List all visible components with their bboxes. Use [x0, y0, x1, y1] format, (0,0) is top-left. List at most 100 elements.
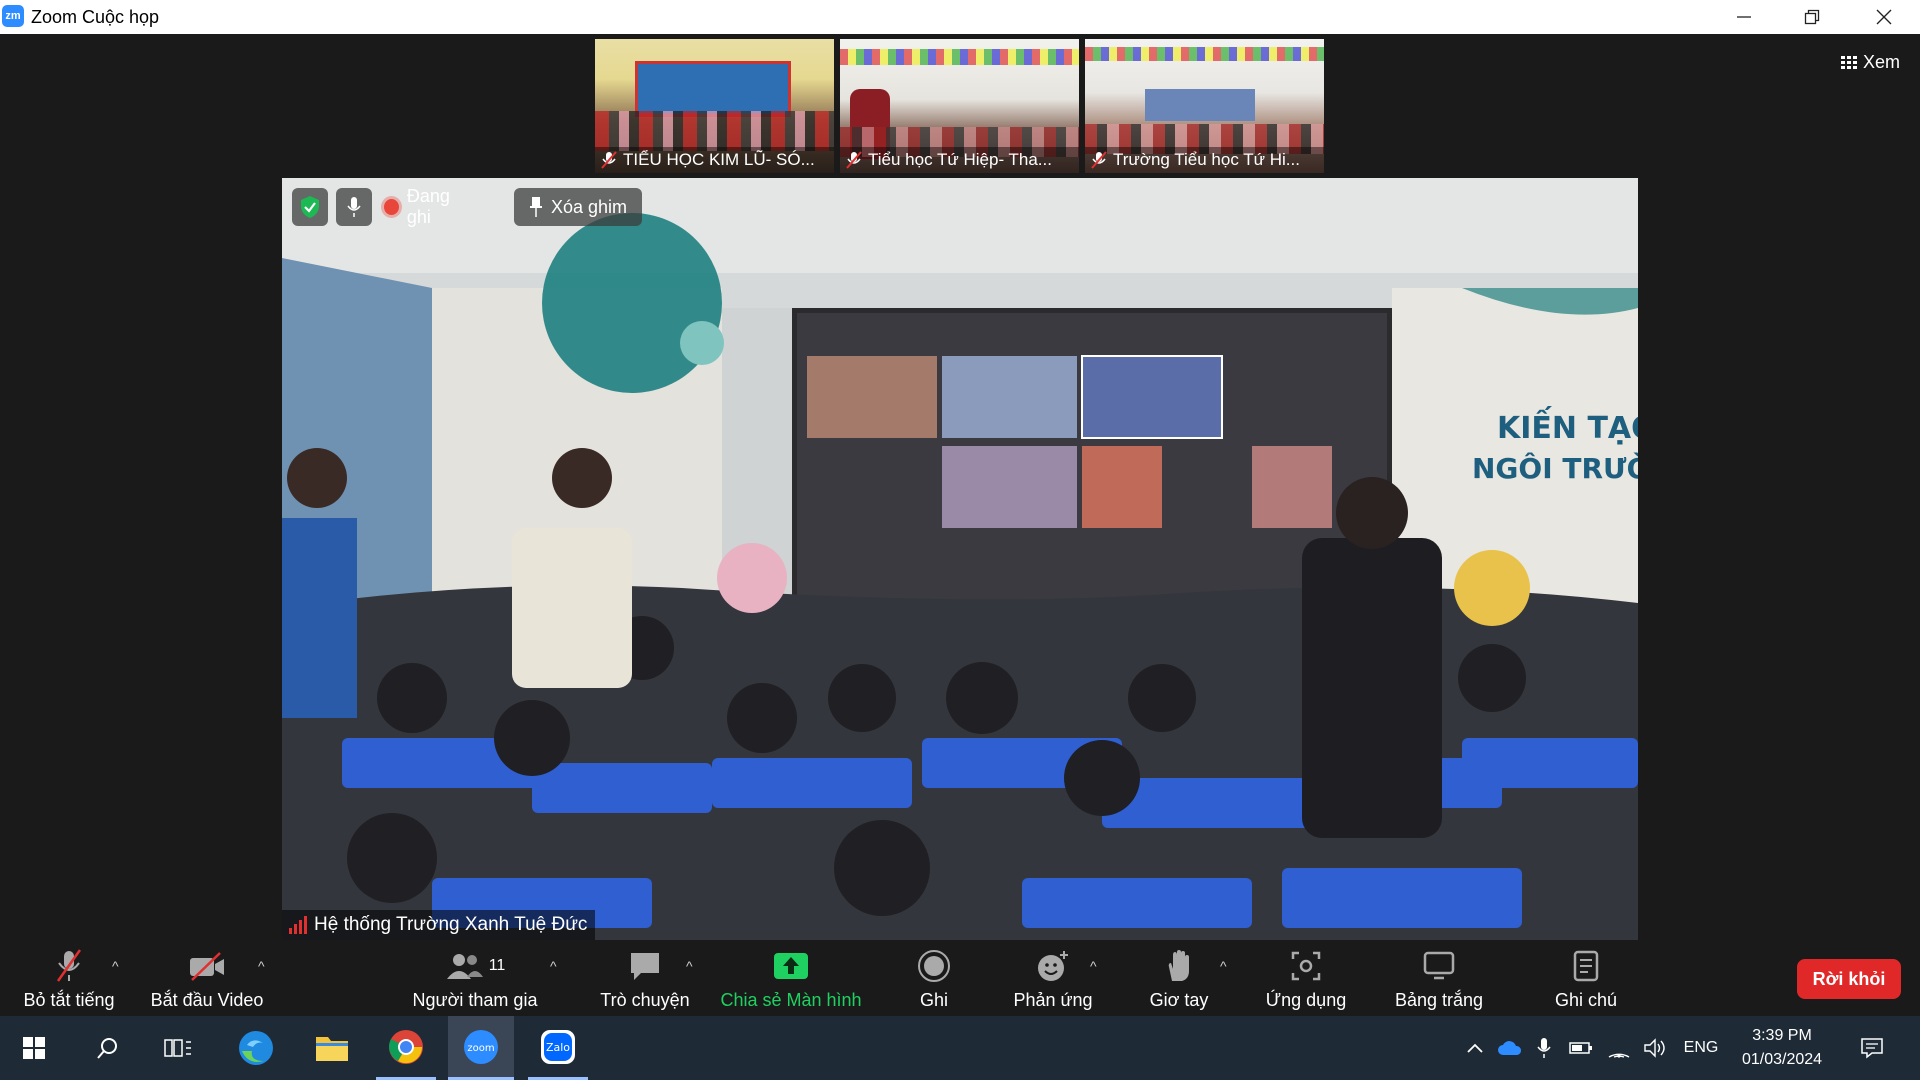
svg-text:NGÔI TRƯỜNG: NGÔI TRƯỜNG	[1472, 451, 1638, 485]
chat-options-caret-icon[interactable]: ^	[686, 958, 693, 974]
muted-mic-icon	[846, 151, 862, 169]
recording-label: Đang ghi	[406, 186, 450, 227]
zoom-taskbar-button[interactable]: zoom	[448, 1016, 514, 1080]
view-button[interactable]: Xem	[1840, 52, 1900, 73]
recording-indicator[interactable]: Đang ghi	[384, 186, 474, 227]
whiteboard-button[interactable]: Bảng trắng	[1386, 940, 1492, 1016]
notes-button[interactable]: Ghi chú	[1546, 940, 1626, 1016]
windows-taskbar: zoom Zalo ENG 3:39 PM 01/03/2024	[0, 1016, 1920, 1080]
chat-button[interactable]: Trò chuyện	[590, 940, 700, 1016]
apps-icon	[1291, 951, 1321, 981]
recording-dot-icon	[384, 199, 399, 215]
minimize-button[interactable]	[1710, 0, 1778, 34]
search-button[interactable]	[78, 1016, 138, 1080]
record-label: Ghi	[919, 990, 948, 1010]
zalo-button[interactable]: Zalo	[528, 1016, 588, 1080]
clock-button[interactable]: 3:39 PM 01/03/2024	[1734, 1016, 1830, 1080]
share-screen-button[interactable]: Chia sẻ Màn hình	[718, 940, 864, 1016]
leave-button[interactable]: Rời khỏi	[1797, 959, 1901, 999]
restore-button[interactable]	[1778, 0, 1846, 34]
reaction-smiley-icon	[1038, 951, 1068, 981]
show-hidden-icons-button[interactable]	[1460, 1016, 1490, 1080]
share-screen-label: Chia sẻ Màn hình	[720, 990, 862, 1010]
participant-thumbnail[interactable]: Tiểu học Tứ Hiệp- Tha...	[840, 39, 1079, 173]
apps-button[interactable]: Ứng dụng	[1256, 940, 1356, 1016]
speaker-icon	[1644, 1038, 1665, 1058]
record-button[interactable]: Ghi	[900, 940, 968, 1016]
participants-button[interactable]: 11 Người tham gia	[410, 940, 540, 1016]
chevron-up-icon	[1467, 1043, 1483, 1053]
raise-hand-options-caret-icon[interactable]: ^	[1220, 958, 1227, 974]
reactions-options-caret-icon[interactable]: ^	[1090, 958, 1097, 974]
battery-icon	[1569, 1042, 1592, 1054]
participant-name: Tiểu học Tứ Hiệp- Tha...	[868, 150, 1052, 169]
unmute-label: Bỏ tắt tiếng	[23, 990, 115, 1010]
participant-thumbnail[interactable]: TIỂU HỌC KIM LŨ- SÓ...	[595, 39, 834, 173]
participants-count: 11	[488, 957, 506, 974]
signal-strength-icon	[289, 916, 307, 934]
notification-icon	[1861, 1038, 1883, 1059]
onedrive-button[interactable]	[1494, 1016, 1526, 1080]
reactions-button[interactable]: Phản ứng	[1006, 940, 1100, 1016]
network-button[interactable]	[1604, 1016, 1634, 1080]
volume-button[interactable]	[1640, 1016, 1670, 1080]
minimize-icon	[1737, 16, 1751, 18]
notes-icon	[1573, 950, 1599, 982]
unpin-button[interactable]: Xóa ghim	[514, 188, 642, 226]
edge-icon	[239, 1031, 273, 1065]
zalo-app-icon: Zalo	[541, 1029, 575, 1064]
encryption-badge[interactable]	[292, 188, 328, 226]
close-button[interactable]	[1850, 0, 1918, 34]
folder-icon	[316, 1037, 348, 1061]
svg-text:KIẾN TẠO: KIẾN TẠO	[1497, 406, 1638, 446]
whiteboard-label: Bảng trắng	[1394, 990, 1484, 1010]
participants-options-caret-icon[interactable]: ^	[550, 958, 557, 974]
unmute-button[interactable]: Bỏ tắt tiếng	[14, 940, 124, 1016]
main-video[interactable]: KIẾN TẠO NGÔI TRƯỜNG	[282, 178, 1638, 940]
video-off-icon	[190, 952, 224, 981]
microphone-tray-button[interactable]	[1530, 1016, 1558, 1080]
svg-text:zoom: zoom	[467, 1043, 494, 1054]
battery-button[interactable]	[1566, 1016, 1596, 1080]
speaker-name-label: Hệ thống Trường Xanh Tuệ Đức	[282, 910, 596, 940]
microphone-tray-icon	[1537, 1038, 1551, 1058]
raise-hand-label: Giơ tay	[1149, 990, 1209, 1010]
edge-browser-button[interactable]	[226, 1016, 286, 1080]
input-language-button[interactable]: ENG	[1676, 1016, 1726, 1080]
audio-status-badge[interactable]	[336, 188, 372, 226]
audio-options-caret-icon[interactable]: ^	[112, 958, 119, 974]
search-icon	[97, 1038, 117, 1059]
restore-icon	[1804, 9, 1820, 25]
windows-logo-icon	[23, 1037, 45, 1059]
chrome-button[interactable]	[376, 1016, 436, 1080]
window-title: Zoom Cuộc họp	[31, 7, 160, 27]
clock-date: 01/03/2024	[1741, 1051, 1823, 1068]
participants-icon	[446, 954, 483, 979]
participants-label: Người tham gia	[412, 990, 538, 1010]
muted-microphone-icon	[56, 949, 82, 982]
svg-text:Zalo: Zalo	[546, 1041, 570, 1054]
whiteboard-icon	[1423, 951, 1455, 980]
chrome-icon	[389, 1029, 423, 1064]
raise-hand-button[interactable]: Giơ tay	[1134, 940, 1224, 1016]
raise-hand-icon	[1168, 950, 1189, 981]
notes-label: Ghi chú	[1554, 990, 1618, 1010]
start-button[interactable]	[4, 1016, 64, 1080]
view-label: Xem	[1862, 52, 1900, 72]
task-view-button[interactable]	[148, 1016, 208, 1080]
video-options-caret-icon[interactable]: ^	[258, 958, 265, 974]
notifications-button[interactable]	[1852, 1016, 1892, 1080]
shield-icon	[301, 196, 319, 218]
start-video-button[interactable]: Bắt đầu Video	[147, 940, 267, 1016]
zoom-app-icon: zoom	[464, 1029, 498, 1064]
share-screen-icon	[774, 953, 808, 979]
close-icon	[1876, 9, 1892, 25]
apps-label: Ứng dụng	[1265, 990, 1347, 1010]
muted-mic-icon	[1091, 151, 1107, 169]
participant-thumbnail[interactable]: Trường Tiểu học Tứ Hi...	[1085, 39, 1324, 173]
participant-name: Trường Tiểu học Tứ Hi...	[1113, 150, 1300, 169]
file-explorer-button[interactable]	[302, 1016, 362, 1080]
reactions-label: Phản ứng	[1013, 990, 1093, 1010]
pin-icon	[529, 197, 542, 217]
task-view-icon	[164, 1039, 191, 1057]
